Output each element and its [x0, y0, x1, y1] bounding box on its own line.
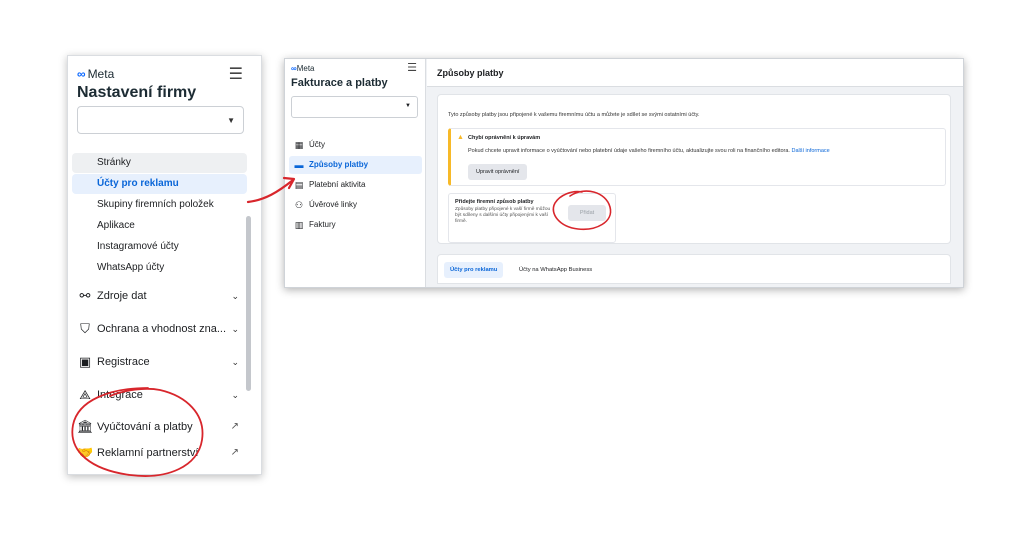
sub-item-whatsapp[interactable]: WhatsApp účty — [72, 258, 247, 278]
section-label: Reklamní partnerství — [97, 447, 199, 459]
account-tabs: Účty pro reklamu Účty na WhatsApp Busine… — [437, 254, 951, 284]
hamburger-menu-icon[interactable]: ☰ — [407, 61, 417, 74]
billing-title: Fakturace a platby — [291, 77, 388, 89]
nav-label: Úvěrové linky — [309, 200, 358, 209]
sub-item-ad-accounts[interactable]: Účty pro reklamu — [72, 174, 247, 194]
intro-text: Tyto způsoby platby jsou připojené k vaš… — [448, 112, 700, 118]
activity-icon: ▤ — [294, 180, 304, 190]
add-payment-method-box: Přidejte firemní způsob platby Způsoby p… — [448, 193, 616, 243]
data-sources-icon: ⚯ — [79, 288, 91, 303]
nav-invoices[interactable]: ▥ Faktury — [289, 216, 422, 234]
meta-logo: ∞ Meta — [77, 67, 114, 81]
warning-title: Chybí oprávnění k úpravám — [468, 135, 541, 141]
section-label: Zdroje dat — [97, 290, 147, 302]
nav-payment-methods[interactable]: ▬ Způsoby platby — [289, 156, 422, 174]
business-settings-panel: ∞ Meta ☰ Nastavení firmy ▼ Stránky Účty … — [67, 55, 262, 475]
credit-icon: ⚇ — [294, 200, 304, 210]
chevron-down-icon: ⌄ — [231, 324, 239, 334]
bank-icon: 🏛 — [77, 419, 94, 434]
sub-item-pages[interactable]: Stránky — [72, 153, 247, 173]
billing-sidebar: ∞Meta ☰ Fakturace a platby ▼ ▦ Účty ▬ Zp… — [285, 59, 426, 287]
section-integrations[interactable]: ⟁ Integrace ⌄ — [77, 384, 247, 406]
sub-item-apps[interactable]: Aplikace — [72, 216, 247, 236]
integrations-icon: ⟁ — [79, 387, 91, 402]
nav-credit-lines[interactable]: ⚇ Úvěrové linky — [289, 196, 422, 214]
edit-permissions-button[interactable]: Upravit oprávnění — [468, 164, 528, 180]
external-link-icon: ↗ — [230, 447, 239, 458]
canvas: ∞ Meta ☰ Nastavení firmy ▼ Stránky Účty … — [0, 0, 1024, 533]
nav-label: Způsoby platby — [309, 160, 369, 169]
clipboard-icon: ▣ — [78, 354, 92, 369]
permission-warning: ▲ Chybí oprávnění k úpravám Pokud chcete… — [448, 128, 946, 186]
business-selector[interactable]: ▼ — [291, 96, 418, 118]
billing-main: Způsoby platby Tyto způsoby platby jsou … — [427, 59, 963, 287]
warning-body: Pokud chcete upravit informace o vyúčtov… — [468, 148, 790, 154]
nav-accounts[interactable]: ▦ Účty — [289, 136, 422, 154]
invoice-icon: ▥ — [294, 220, 304, 230]
section-label: Vyúčtování a platby — [97, 421, 193, 433]
chevron-down-icon: ⌄ — [231, 291, 239, 301]
billing-payments-panel: ∞Meta ☰ Fakturace a platby ▼ ▦ Účty ▬ Zp… — [284, 58, 964, 288]
section-brand-safety[interactable]: ⛉ Ochrana a vhodnost zna... ⌄ — [77, 318, 247, 340]
page-title: Nastavení firmy — [77, 84, 197, 101]
tab-whatsapp-business[interactable]: Účty na WhatsApp Business — [513, 262, 598, 278]
learn-more-link[interactable]: Další informace — [791, 148, 829, 154]
chevron-down-icon: ⌄ — [231, 357, 239, 367]
business-selector[interactable]: ▼ — [77, 106, 244, 134]
shield-icon: ⛉ — [80, 321, 90, 336]
nav-label: Platební aktivita — [309, 180, 366, 189]
hamburger-menu-icon[interactable]: ☰ — [229, 64, 243, 84]
handshake-icon: 🤝 — [77, 445, 94, 460]
page-title: Způsoby platby — [437, 68, 504, 78]
payment-methods-card: Tyto způsoby platby jsou připojené k vaš… — [437, 94, 951, 244]
tab-ad-accounts[interactable]: Účty pro reklamu — [444, 262, 504, 278]
sub-item-asset-groups[interactable]: Skupiny firemních položek — [72, 195, 247, 215]
meta-logo-text: Meta — [87, 67, 115, 81]
section-label: Registrace — [97, 356, 150, 368]
chevron-down-icon: ▼ — [405, 103, 411, 109]
sub-item-instagram[interactable]: Instagramové účty — [72, 237, 247, 257]
add-box-title: Přidejte firemní způsob platby — [455, 199, 534, 205]
chevron-down-icon: ⌄ — [231, 390, 239, 400]
external-link-icon: ↗ — [230, 421, 239, 432]
section-registrations[interactable]: ▣ Registrace ⌄ — [77, 351, 247, 373]
card-icon: ▬ — [294, 160, 304, 170]
page-header: Způsoby platby — [427, 59, 963, 87]
chevron-down-icon: ▼ — [227, 116, 235, 125]
section-data-sources[interactable]: ⚯ Zdroje dat ⌄ — [77, 285, 247, 307]
meta-logo: ∞Meta — [291, 64, 315, 73]
section-label: Ochrana a vhodnost zna... — [97, 323, 227, 335]
section-billing-payments[interactable]: 🏛 Vyúčtování a platby ↗ — [77, 416, 247, 438]
meta-infinity-icon: ∞ — [77, 67, 86, 81]
scrollbar[interactable] — [246, 216, 251, 391]
nav-label: Faktury — [309, 220, 336, 229]
meta-logo-text: Meta — [296, 64, 315, 73]
nav-label: Účty — [309, 140, 325, 149]
accounts-icon: ▦ — [294, 140, 304, 150]
warning-text: Pokud chcete upravit informace o vyúčtov… — [468, 148, 830, 154]
nav-payment-activity[interactable]: ▤ Platební aktivita — [289, 176, 422, 194]
section-ad-partnerships[interactable]: 🤝 Reklamní partnerství ↗ — [77, 442, 247, 464]
section-label: Integrace — [97, 389, 143, 401]
warning-icon: ▲ — [457, 134, 464, 141]
add-button[interactable]: Přidat — [568, 205, 606, 221]
add-box-description: Způsoby platby připojené k vaší firmě mů… — [455, 207, 551, 224]
